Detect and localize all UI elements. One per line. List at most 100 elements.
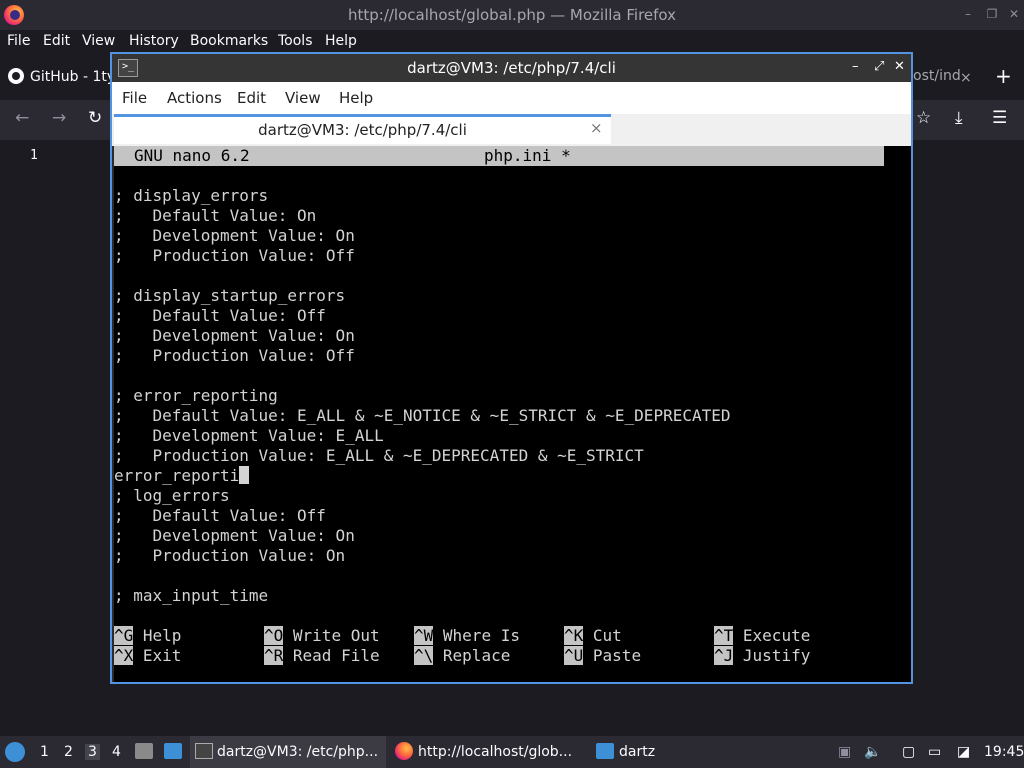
shortcut-key: ^T — [714, 626, 734, 645]
shortcut-write-out[interactable]: ^O Write Out — [264, 626, 380, 646]
folder-task-icon — [596, 743, 614, 759]
terminal-tab[interactable]: dartz@VM3: /etc/php/7.4/cli × — [114, 114, 611, 144]
terminal-menu-file[interactable]: File — [122, 89, 147, 107]
editor-line: ; Production Value: On — [114, 546, 346, 565]
new-tab-button[interactable]: + — [995, 64, 1012, 88]
editor-line: ; Development Value: E_ALL — [114, 426, 384, 445]
shortcut-help[interactable]: ^G Help — [114, 626, 181, 646]
editor-line: ; Development Value: On — [114, 226, 355, 245]
terminal-screen[interactable]: GNU nano 6.2 php.ini * ; display_errors … — [114, 146, 911, 682]
terminal-menu-view[interactable]: View — [285, 89, 321, 107]
volume-icon[interactable]: 🔈 — [864, 744, 881, 760]
editor-line: ; Default Value: Off — [114, 506, 326, 525]
editor-current-line[interactable]: error_reporti — [114, 466, 250, 486]
firefox-menubar: File Edit View History Bookmarks Tools H… — [0, 30, 1024, 54]
github-icon — [8, 68, 24, 84]
shortcut-label: Exit — [142, 646, 182, 665]
menu-tools[interactable]: Tools — [278, 33, 313, 49]
menu-bookmarks[interactable]: Bookmarks — [190, 33, 268, 49]
firefox-titlebar: http://localhost/global.php — Mozilla Fi… — [0, 0, 1024, 30]
editor-line: ; Development Value: On — [114, 326, 355, 345]
terminal-tab-label: dartz@VM3: /etc/php/7.4/cli — [258, 121, 467, 139]
close-icon[interactable]: ✕ — [1006, 6, 1022, 22]
terminal-menu-edit[interactable]: Edit — [237, 89, 266, 107]
terminal-title: dartz@VM3: /etc/php/7.4/cli — [407, 59, 616, 77]
shortcut-justify[interactable]: ^J Justify — [714, 646, 810, 666]
shortcut-key: ^J — [714, 646, 734, 665]
clipboard-tray-icon[interactable]: ▣ — [838, 744, 851, 760]
downloads-icon[interactable]: ⤓ — [955, 108, 963, 128]
terminal-tabbar: dartz@VM3: /etc/php/7.4/cli × — [112, 114, 911, 146]
menu-edit[interactable]: Edit — [43, 33, 70, 49]
hamburger-menu-icon[interactable]: ☰ — [992, 108, 1007, 128]
menu-history[interactable]: History — [129, 33, 179, 49]
tab-github[interactable]: GitHub - 1ty — [8, 68, 115, 85]
terminal-minimize-icon[interactable]: – — [852, 59, 859, 74]
nano-header: GNU nano 6.2 php.ini * — [114, 146, 884, 166]
task-folder[interactable]: dartz — [619, 744, 655, 760]
shortcut-replace[interactable]: ^\ Replace — [414, 646, 510, 666]
shortcut-execute[interactable]: ^T Execute — [714, 626, 810, 646]
firefox-window-title: http://localhost/global.php — Mozilla Fi… — [347, 6, 677, 24]
reload-icon[interactable]: ↻ — [88, 108, 102, 128]
notes-tray-icon[interactable]: ▢ — [902, 744, 915, 760]
clock[interactable]: 19:45 — [984, 744, 1024, 760]
terminal-tab-close-icon[interactable]: × — [590, 119, 603, 137]
network-status-icon[interactable]: ◪ — [957, 744, 970, 760]
terminal-maximize-icon[interactable]: ⤢ — [874, 59, 884, 74]
editor-line: ; Default Value: E_ALL & ~E_NOTICE & ~E_… — [114, 406, 731, 425]
shortcut-cut[interactable]: ^K Cut — [564, 626, 622, 646]
forward-icon[interactable]: → — [52, 108, 66, 128]
back-icon[interactable]: ← — [15, 108, 29, 128]
menu-file[interactable]: File — [7, 33, 30, 49]
shortcut-key: ^R — [264, 646, 284, 665]
shortcut-where-is[interactable]: ^W Where Is — [414, 626, 520, 646]
task-terminal[interactable]: dartz@VM3: /etc/php... — [217, 744, 378, 760]
menu-help[interactable]: Help — [325, 33, 357, 49]
shortcut-key: ^K — [564, 626, 584, 645]
shortcut-read-file[interactable]: ^R Read File — [264, 646, 380, 666]
editor-line: ; Production Value: Off — [114, 346, 355, 365]
workspace-3[interactable]: 3 — [85, 744, 100, 760]
tab-close-icon[interactable]: × — [960, 70, 972, 86]
desktop-icon[interactable] — [164, 743, 182, 759]
maximize-icon[interactable]: ❐ — [984, 6, 1000, 22]
shortcut-label: Cut — [592, 626, 622, 645]
shortcut-label: Read File — [292, 646, 380, 665]
shortcut-label: Paste — [592, 646, 642, 665]
network-icon[interactable]: ▭ — [928, 744, 941, 760]
file-manager-launcher-icon[interactable] — [135, 743, 153, 759]
shortcut-key: ^G — [114, 626, 134, 645]
terminal-task-icon — [195, 743, 213, 759]
text-cursor — [239, 466, 250, 484]
workspace-2[interactable]: 2 — [64, 744, 73, 760]
menu-view[interactable]: View — [82, 33, 115, 49]
shortcut-label: Write Out — [292, 626, 380, 645]
page-line-number: 1 — [30, 148, 38, 163]
task-firefox[interactable]: http://localhost/glob... — [418, 744, 572, 760]
workspace-1[interactable]: 1 — [40, 744, 49, 760]
minimize-icon[interactable]: – — [960, 6, 976, 22]
tab-localhost-label[interactable]: ost/ind — [913, 68, 961, 84]
terminal-close-icon[interactable]: ✕ — [894, 59, 905, 74]
terminal-menu-actions[interactable]: Actions — [167, 89, 222, 107]
editor-line: ; Development Value: On — [114, 526, 355, 545]
shortcut-label: Justify — [742, 646, 811, 665]
shortcut-label: Replace — [442, 646, 511, 665]
start-menu-icon[interactable] — [5, 742, 25, 762]
bookmark-star-icon[interactable]: ☆ — [916, 108, 931, 128]
editor-line: ; display_startup_errors — [114, 286, 346, 305]
shortcut-key: ^W — [414, 626, 434, 645]
firefox-task-icon — [395, 742, 413, 760]
editor-line: ; Production Value: Off — [114, 246, 355, 265]
workspace-4[interactable]: 4 — [112, 744, 121, 760]
editor-line: ; display_errors — [114, 186, 269, 205]
nano-filename: php.ini * — [484, 146, 571, 165]
shortcut-key: ^U — [564, 646, 584, 665]
terminal-menu-help[interactable]: Help — [339, 89, 373, 107]
shortcut-exit[interactable]: ^X Exit — [114, 646, 181, 666]
shortcut-paste[interactable]: ^U Paste — [564, 646, 641, 666]
nano-version: GNU nano 6.2 — [134, 146, 250, 165]
taskbar: 1 2 3 4 dartz@VM3: /etc/php... http://lo… — [0, 736, 1024, 768]
terminal-window: >_ dartz@VM3: /etc/php/7.4/cli – ⤢ ✕ Fil… — [110, 52, 913, 684]
